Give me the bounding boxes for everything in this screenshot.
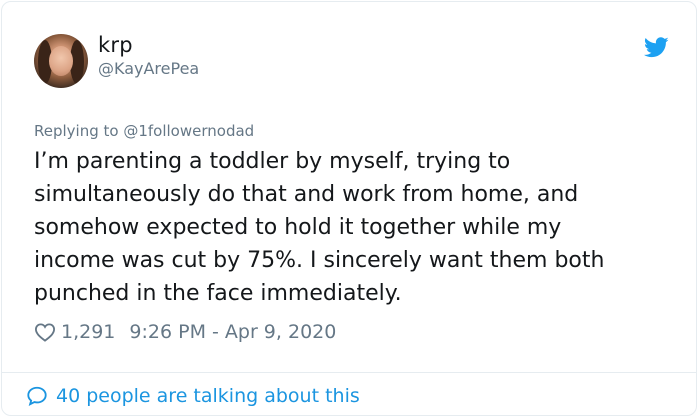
tweet-timestamp[interactable]: 9:26 PM - Apr 9, 2020 xyxy=(129,321,336,343)
like-count[interactable]: 1,291 xyxy=(61,321,115,343)
conversation-link[interactable]: 40 people are talking about this xyxy=(26,382,360,410)
conversation-label[interactable]: 40 people are talking about this xyxy=(56,385,360,407)
tweet-meta-row: 1,291 9:26 PM - Apr 9, 2020 xyxy=(34,320,336,344)
heart-icon[interactable] xyxy=(34,322,56,342)
avatar[interactable] xyxy=(34,34,88,88)
replying-prefix: Replying to xyxy=(34,122,124,140)
replying-to-line: Replying to @1followernodad xyxy=(34,122,254,140)
footer-divider xyxy=(2,372,696,373)
tweet-text: I’m parenting a toddler by myself, tryin… xyxy=(34,149,605,306)
reply-mention-link[interactable]: @1followernodad xyxy=(123,122,254,140)
twitter-bird-icon[interactable] xyxy=(644,37,669,58)
speech-bubble-icon xyxy=(27,386,47,407)
tweet-card: krp @KayArePea Replying to @1followernod… xyxy=(1,1,697,416)
author-display-name[interactable]: krp xyxy=(98,33,133,57)
author-handle[interactable]: @KayArePea xyxy=(98,59,199,78)
avatar-face xyxy=(49,46,73,76)
